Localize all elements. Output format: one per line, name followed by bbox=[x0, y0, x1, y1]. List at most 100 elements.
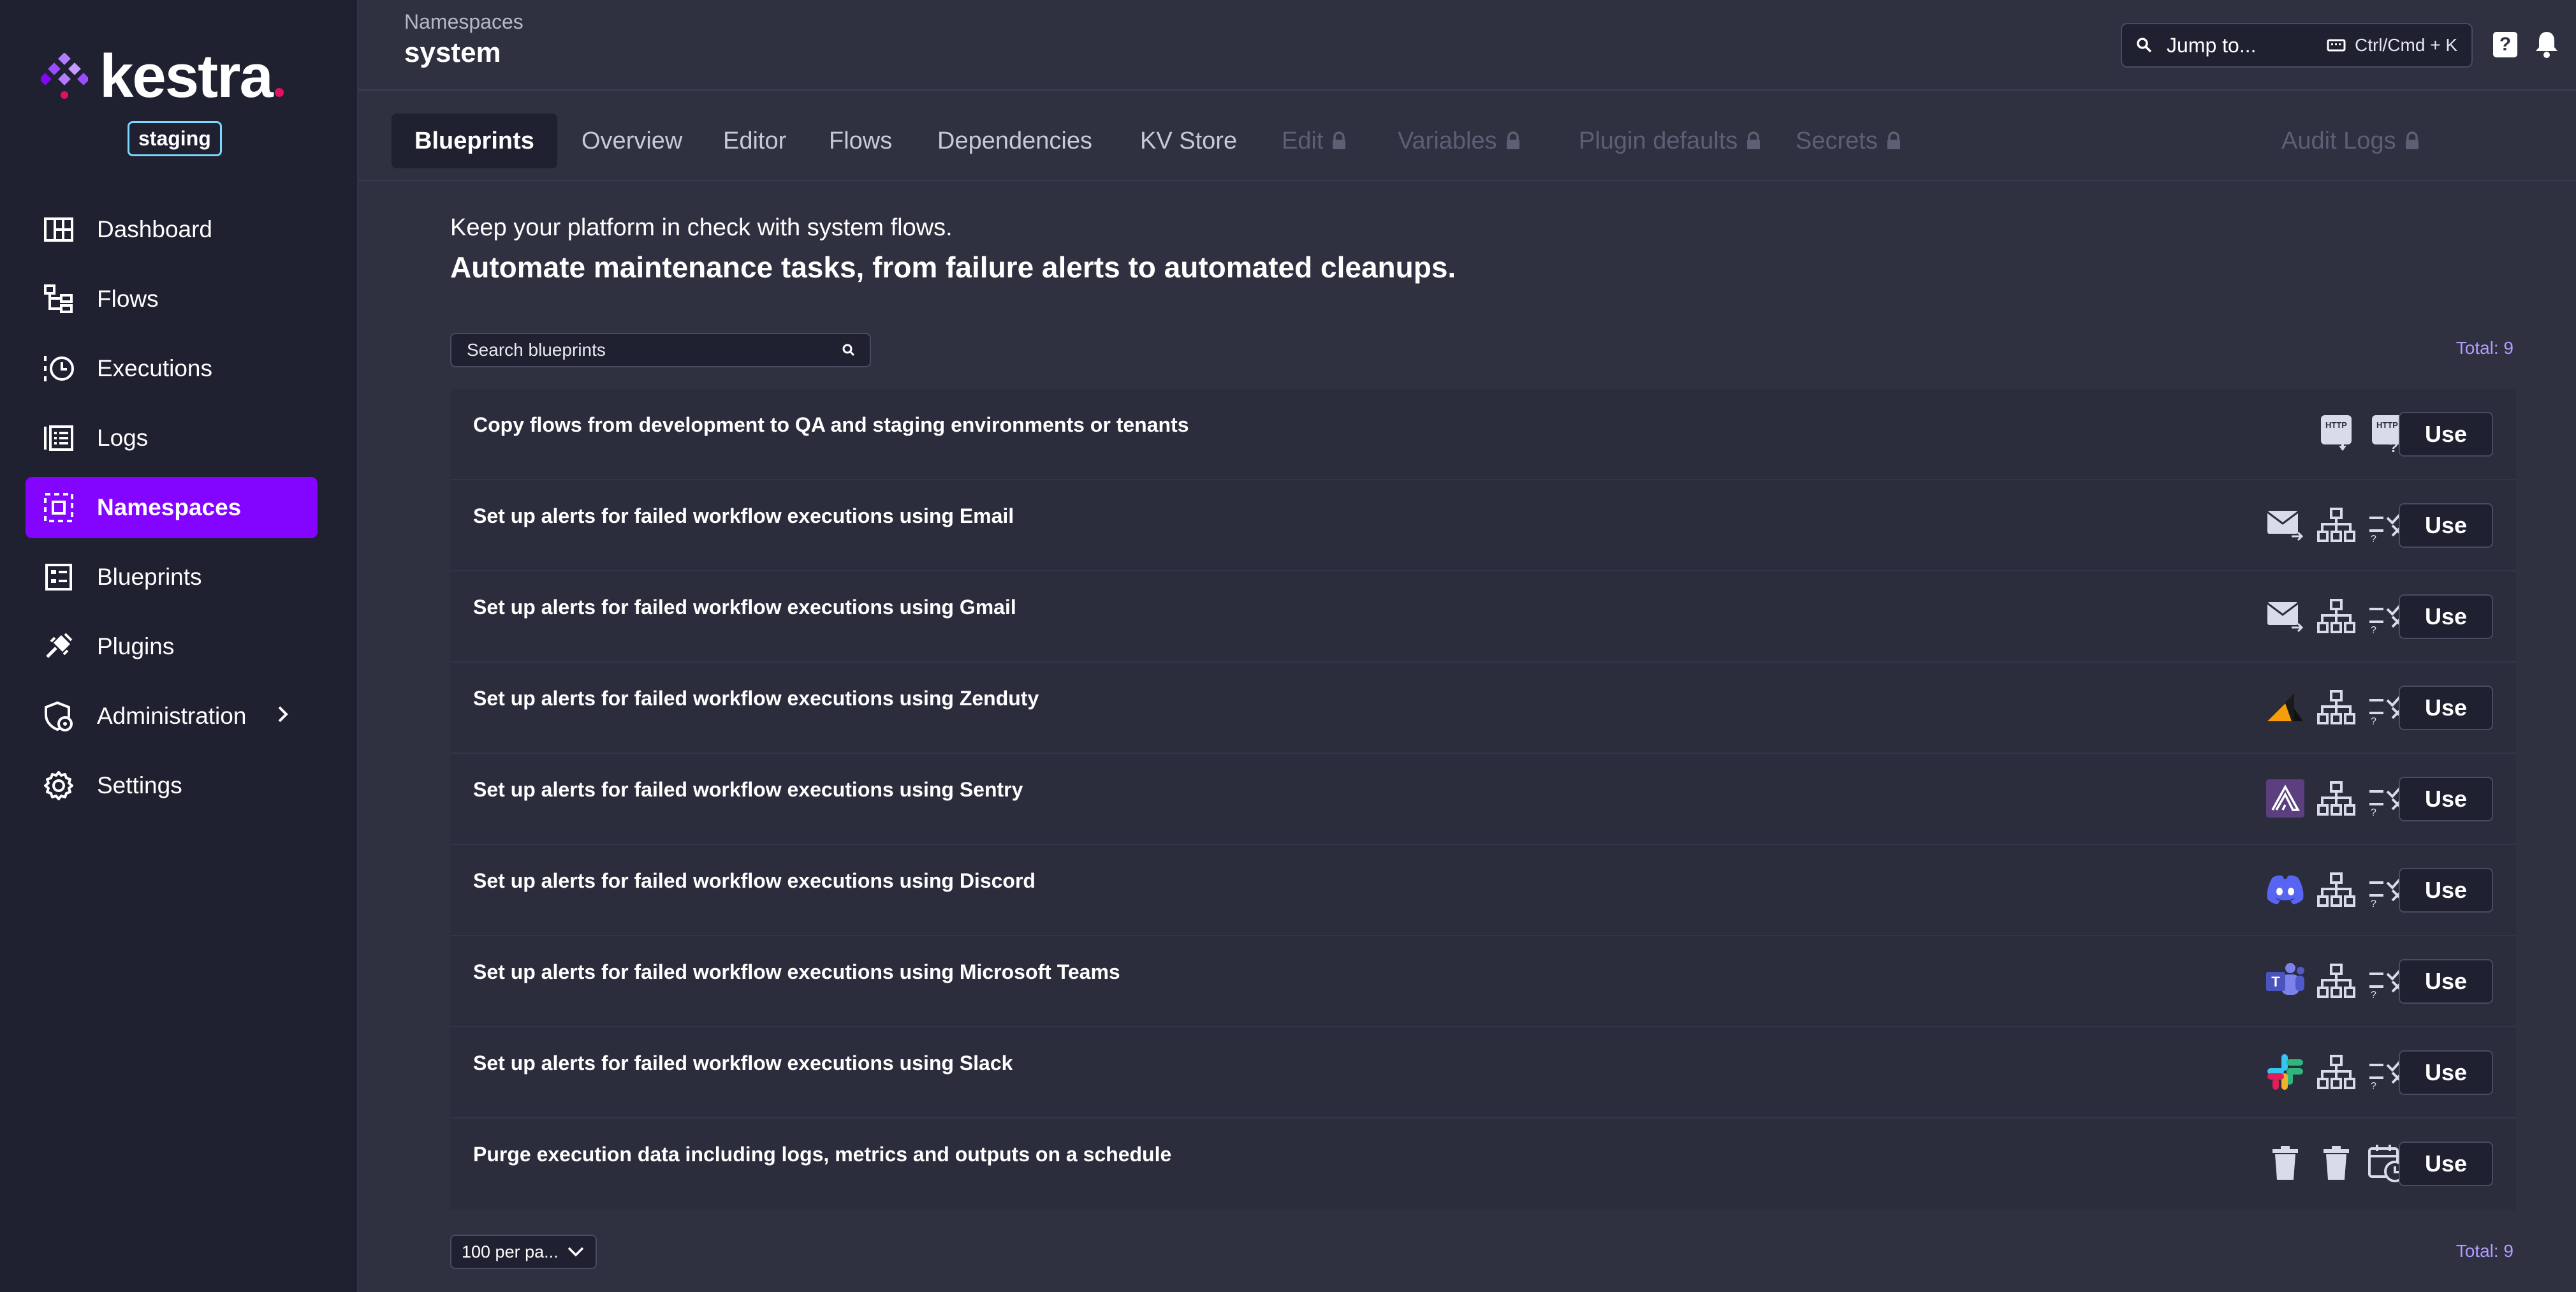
tab-editor[interactable]: Editor bbox=[700, 114, 809, 168]
logo-dot bbox=[274, 88, 284, 97]
blueprint-title: Set up alerts for failed workflow execut… bbox=[473, 778, 1023, 801]
tab-edit[interactable]: Edit bbox=[1259, 114, 1370, 168]
dashboard-icon bbox=[41, 212, 77, 247]
bell-icon[interactable] bbox=[2534, 29, 2559, 59]
kestra-logo[interactable]: kestra bbox=[41, 46, 284, 107]
sidebar-item-namespaces[interactable]: Namespaces bbox=[26, 477, 318, 538]
svg-text:?: ? bbox=[2371, 625, 2376, 633]
sentry-icon bbox=[2265, 778, 2306, 819]
tab-dependencies[interactable]: Dependencies bbox=[914, 114, 1115, 168]
use-button[interactable]: Use bbox=[2399, 959, 2493, 1004]
plugins-icon bbox=[41, 629, 77, 664]
tab-label: Blueprints bbox=[414, 127, 534, 154]
blueprint-title: Set up alerts for failed workflow execut… bbox=[473, 504, 1014, 527]
sidebar-item-dashboard[interactable]: Dashboard bbox=[26, 199, 318, 260]
use-button[interactable]: Use bbox=[2399, 1050, 2493, 1095]
blueprint-icons: HTTP HTTP? bbox=[2306, 413, 2408, 454]
blueprint-row[interactable]: Set up alerts for failed workflow execut… bbox=[450, 663, 2516, 754]
shortcut-label: Ctrl/Cmd + K bbox=[2354, 35, 2457, 55]
use-button[interactable]: Use bbox=[2399, 1142, 2493, 1186]
use-button[interactable]: Use bbox=[2399, 868, 2493, 913]
tab-label: Flows bbox=[829, 127, 893, 154]
tab-label: Dependencies bbox=[937, 127, 1092, 154]
keyboard-shortcut: Ctrl/Cmd + K bbox=[2327, 35, 2457, 55]
hierarchy-icon bbox=[2316, 960, 2357, 1001]
blueprint-row[interactable]: Purge execution data including logs, met… bbox=[450, 1119, 2516, 1210]
slack-icon bbox=[2265, 1052, 2306, 1092]
email-icon bbox=[2265, 504, 2306, 545]
sidebar-item-blueprints[interactable]: Blueprints bbox=[26, 547, 318, 608]
blueprint-row[interactable]: Set up alerts for failed workflow execut… bbox=[450, 754, 2516, 845]
sidebar-nav: Dashboard Flows Executions Logs Namespac… bbox=[26, 199, 318, 825]
namespaces-icon bbox=[41, 490, 77, 525]
sidebar-item-label: Administration bbox=[97, 703, 247, 729]
sidebar-item-logs[interactable]: Logs bbox=[26, 407, 318, 469]
blueprint-row[interactable]: Set up alerts for failed workflow execut… bbox=[450, 1027, 2516, 1119]
blueprint-icons: ? bbox=[2255, 869, 2408, 910]
sidebar-item-settings[interactable]: Settings bbox=[26, 755, 318, 816]
jump-to-button[interactable]: Jump to... Ctrl/Cmd + K bbox=[2121, 23, 2473, 68]
sidebar-item-label: Namespaces bbox=[97, 494, 242, 520]
chevron-down-icon bbox=[567, 1247, 584, 1257]
total-count: Total: 9 bbox=[2455, 1241, 2514, 1261]
lock-icon bbox=[1747, 131, 1760, 149]
sidebar-item-administration[interactable]: Administration bbox=[26, 686, 318, 747]
page-title: system bbox=[404, 37, 501, 68]
tab-variables[interactable]: Variables bbox=[1375, 114, 1544, 168]
blueprints-icon bbox=[41, 559, 77, 595]
sidebar-item-label: Executions bbox=[97, 355, 212, 381]
hierarchy-icon bbox=[2316, 504, 2357, 545]
total-count: Total: 9 bbox=[2455, 338, 2514, 358]
tab-audit-logs[interactable]: Audit Logs bbox=[2258, 114, 2443, 168]
sidebar-item-label: Dashboard bbox=[97, 216, 213, 242]
hierarchy-icon bbox=[2316, 778, 2357, 819]
hierarchy-icon bbox=[2316, 687, 2357, 728]
per-page-select[interactable]: 100 per pa... bbox=[450, 1235, 597, 1269]
tab-flows[interactable]: Flows bbox=[806, 114, 915, 168]
blueprint-row[interactable]: Set up alerts for failed workflow execut… bbox=[450, 571, 2516, 663]
tab-overview[interactable]: Overview bbox=[559, 114, 705, 168]
tab-secrets[interactable]: Secrets bbox=[1773, 114, 1925, 168]
sidebar-item-flows[interactable]: Flows bbox=[26, 268, 318, 330]
sidebar-item-plugins[interactable]: Plugins bbox=[26, 616, 318, 677]
use-button[interactable]: Use bbox=[2399, 412, 2493, 457]
tab-label: KV Store bbox=[1140, 127, 1238, 154]
tab-plugin-defaults[interactable]: Plugin defaults bbox=[1556, 114, 1785, 168]
discord-icon bbox=[2265, 869, 2306, 910]
use-button[interactable]: Use bbox=[2399, 686, 2493, 730]
sidebar-item-label: Logs bbox=[97, 425, 149, 451]
svg-text:T: T bbox=[2271, 974, 2280, 990]
tab-blueprints[interactable]: Blueprints bbox=[392, 114, 557, 168]
lock-icon bbox=[1887, 131, 1900, 149]
svg-text:?: ? bbox=[2371, 990, 2376, 998]
tab-label: Edit bbox=[1282, 127, 1324, 154]
use-button[interactable]: Use bbox=[2399, 594, 2493, 639]
use-button[interactable]: Use bbox=[2399, 503, 2493, 548]
svg-text:?: ? bbox=[2371, 899, 2376, 907]
search-box[interactable] bbox=[450, 333, 871, 367]
use-button[interactable]: Use bbox=[2399, 777, 2493, 821]
main-area: Namespaces system Jump to... Ctrl/Cmd + … bbox=[358, 0, 2576, 1292]
administration-icon bbox=[41, 698, 77, 734]
blueprint-row[interactable]: Copy flows from development to QA and st… bbox=[450, 389, 2516, 480]
blueprint-icons: ? bbox=[2255, 596, 2408, 636]
svg-text:?: ? bbox=[2371, 716, 2376, 724]
blueprint-row[interactable]: Set up alerts for failed workflow execut… bbox=[450, 845, 2516, 936]
tab-label: Overview bbox=[582, 127, 683, 154]
jump-to-label: Jump to... bbox=[2167, 33, 2257, 57]
sidebar-item-executions[interactable]: Executions bbox=[26, 338, 318, 399]
blueprint-title: Set up alerts for failed workflow execut… bbox=[473, 596, 1016, 619]
blueprint-title: Copy flows from development to QA and st… bbox=[473, 413, 1189, 436]
breadcrumb[interactable]: Namespaces bbox=[404, 10, 523, 34]
hierarchy-icon bbox=[2316, 1052, 2357, 1092]
tab-label: Variables bbox=[1398, 127, 1497, 154]
tab-kv-store[interactable]: KV Store bbox=[1117, 114, 1260, 168]
blueprint-row[interactable]: Set up alerts for failed workflow execut… bbox=[450, 936, 2516, 1027]
blueprint-row[interactable]: Set up alerts for failed workflow execut… bbox=[450, 480, 2516, 571]
blueprint-list: Copy flows from development to QA and st… bbox=[450, 389, 2516, 1210]
search-icon bbox=[2137, 38, 2152, 53]
zenduty-icon bbox=[2265, 687, 2306, 728]
help-icon[interactable]: ? bbox=[2493, 32, 2517, 57]
search-input[interactable] bbox=[465, 339, 842, 361]
keyboard-icon bbox=[2327, 39, 2346, 52]
